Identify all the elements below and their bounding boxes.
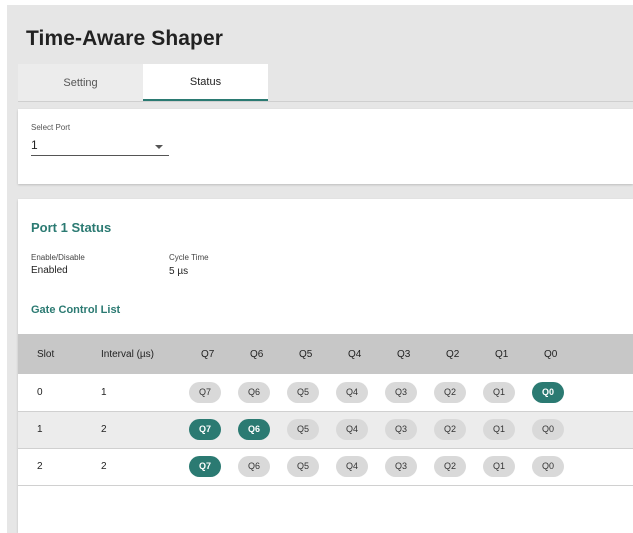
queue-cell: Q2 xyxy=(434,374,483,412)
queue-cell: Q0 xyxy=(532,374,581,412)
queue-toggle-q1[interactable]: Q1 xyxy=(483,419,515,440)
header-q0: Q0 xyxy=(532,334,581,374)
header-q5: Q5 xyxy=(287,334,336,374)
table-row: 2 2 Q7 Q6 Q5 Q4 Q3 Q2 Q1 Q0 xyxy=(18,448,633,486)
cycle-time-value: 5 µs xyxy=(169,266,189,277)
tab-setting[interactable]: Setting xyxy=(18,64,143,101)
table-row: 1 2 Q7 Q6 Q5 Q4 Q3 Q2 Q1 Q0 xyxy=(18,411,633,449)
header-slot: Slot xyxy=(18,334,101,374)
queue-cell: Q4 xyxy=(336,374,385,412)
queue-toggle-q5[interactable]: Q5 xyxy=(287,419,319,440)
header-interval: Interval (µs) xyxy=(101,334,189,374)
queue-cell: Q5 xyxy=(287,448,336,486)
header-spacer xyxy=(581,334,633,374)
queue-cell: Q5 xyxy=(287,374,336,412)
header-q4: Q4 xyxy=(336,334,385,374)
queue-cell: Q1 xyxy=(483,448,532,486)
queue-cell: Q3 xyxy=(385,448,434,486)
queue-cell: Q3 xyxy=(385,411,434,449)
tab-status[interactable]: Status xyxy=(143,64,268,101)
row-spacer xyxy=(581,448,633,486)
gate-control-table: Slot Interval (µs) Q7 Q6 Q5 Q4 Q3 Q2 Q1 … xyxy=(18,334,633,486)
queue-cell: Q2 xyxy=(434,411,483,449)
queue-toggle-q6[interactable]: Q6 xyxy=(238,456,270,477)
queue-cell: Q7 xyxy=(189,411,238,449)
cycle-time-label: Cycle Time xyxy=(169,253,209,262)
select-port-dropdown[interactable]: 1 xyxy=(31,136,169,156)
queue-toggle-q5[interactable]: Q5 xyxy=(287,456,319,477)
queue-toggle-q2[interactable]: Q2 xyxy=(434,419,466,440)
row-spacer xyxy=(581,411,633,449)
queue-cell: Q6 xyxy=(238,448,287,486)
header-q2: Q2 xyxy=(434,334,483,374)
slot-cell: 2 xyxy=(18,448,101,486)
header-q7: Q7 xyxy=(189,334,238,374)
queue-toggle-q7[interactable]: Q7 xyxy=(189,419,221,440)
tab-divider xyxy=(18,101,633,102)
queue-toggle-q0[interactable]: Q0 xyxy=(532,419,564,440)
interval-cell: 2 xyxy=(101,448,189,486)
queue-cell: Q3 xyxy=(385,374,434,412)
queue-cell: Q2 xyxy=(434,448,483,486)
queue-toggle-q4[interactable]: Q4 xyxy=(336,456,368,477)
queue-cell: Q4 xyxy=(336,411,385,449)
header-q3: Q3 xyxy=(385,334,434,374)
gate-control-list-title: Gate Control List xyxy=(31,304,121,316)
queue-toggle-q0[interactable]: Q0 xyxy=(532,456,564,477)
queue-toggle-q4[interactable]: Q4 xyxy=(336,419,368,440)
queue-cell: Q0 xyxy=(532,411,581,449)
queue-cell: Q5 xyxy=(287,411,336,449)
page-title: Time-Aware Shaper xyxy=(26,27,224,50)
queue-cell: Q1 xyxy=(483,374,532,412)
port-select-card: Select Port 1 xyxy=(18,109,633,184)
queue-toggle-q4[interactable]: Q4 xyxy=(336,381,368,403)
queue-cell: Q6 xyxy=(238,411,287,449)
header-q1: Q1 xyxy=(483,334,532,374)
queue-toggle-q0[interactable]: Q0 xyxy=(532,381,564,403)
enable-disable-label: Enable/Disable xyxy=(31,253,85,262)
select-port-value: 1 xyxy=(31,138,38,152)
slot-cell: 1 xyxy=(18,411,101,449)
slot-cell: 0 xyxy=(18,374,101,412)
queue-cell: Q7 xyxy=(189,374,238,412)
queue-toggle-q5[interactable]: Q5 xyxy=(287,381,319,403)
queue-toggle-q6[interactable]: Q6 xyxy=(238,419,270,440)
queue-toggle-q1[interactable]: Q1 xyxy=(483,381,515,403)
queue-toggle-q2[interactable]: Q2 xyxy=(434,456,466,477)
queue-toggle-q1[interactable]: Q1 xyxy=(483,456,515,477)
page-background: Time-Aware Shaper Setting Status Select … xyxy=(7,5,633,533)
table-header-row: Slot Interval (µs) Q7 Q6 Q5 Q4 Q3 Q2 Q1 … xyxy=(18,334,633,374)
queue-cell: Q6 xyxy=(238,374,287,412)
select-port-label: Select Port xyxy=(31,123,71,132)
tab-bar: Setting Status xyxy=(18,64,268,101)
queue-toggle-q3[interactable]: Q3 xyxy=(385,419,417,440)
queue-toggle-q7[interactable]: Q7 xyxy=(189,456,221,477)
header-q6: Q6 xyxy=(238,334,287,374)
queue-toggle-q2[interactable]: Q2 xyxy=(434,381,466,403)
queue-cell: Q1 xyxy=(483,411,532,449)
queue-toggle-q3[interactable]: Q3 xyxy=(385,381,417,403)
chevron-down-icon xyxy=(155,145,163,149)
queue-toggle-q3[interactable]: Q3 xyxy=(385,456,417,477)
port-status-card: Port 1 Status Enable/Disable Enabled Cyc… xyxy=(18,199,633,533)
queue-cell: Q4 xyxy=(336,448,385,486)
queue-toggle-q6[interactable]: Q6 xyxy=(238,381,270,403)
table-row: 0 1 Q7 Q6 Q5 Q4 Q3 Q2 Q1 Q0 xyxy=(18,374,633,412)
enable-disable-value: Enabled xyxy=(31,265,68,276)
port-status-title: Port 1 Status xyxy=(31,220,112,235)
interval-cell: 1 xyxy=(101,374,189,412)
queue-cell: Q7 xyxy=(189,448,238,486)
queue-cell: Q0 xyxy=(532,448,581,486)
row-spacer xyxy=(581,374,633,412)
interval-cell: 2 xyxy=(101,411,189,449)
queue-toggle-q7[interactable]: Q7 xyxy=(189,381,221,403)
